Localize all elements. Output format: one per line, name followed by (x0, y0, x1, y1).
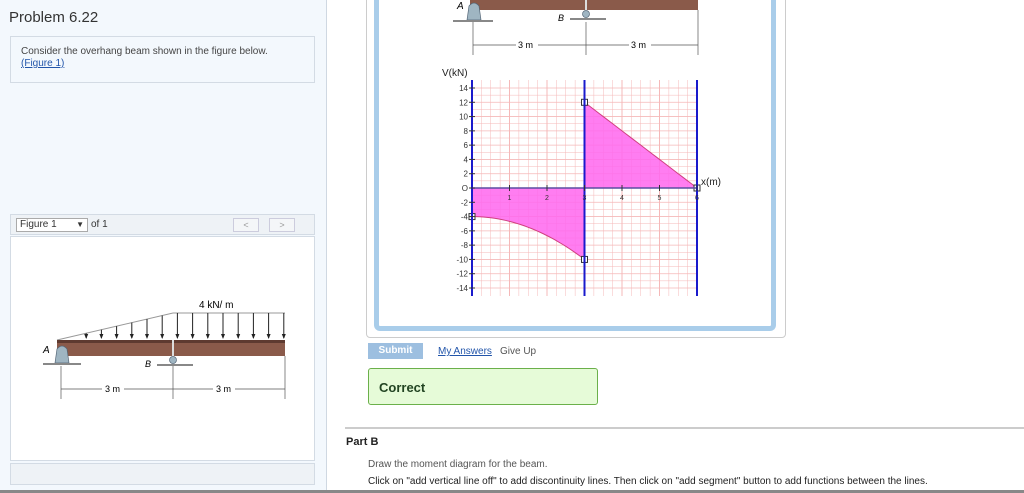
feedback-correct: Correct (368, 368, 598, 405)
x-tick-label: 4 (620, 195, 624, 202)
arrow-head-icon (190, 334, 195, 339)
submit-button[interactable]: Submit (368, 343, 423, 359)
y-tick-label: -14 (456, 284, 468, 293)
pin-support-a (54, 345, 70, 364)
arrow-head-icon (205, 334, 210, 339)
arrow-head-icon (175, 334, 180, 339)
y-tick-label: -10 (456, 255, 468, 264)
y-tick-label: 12 (459, 98, 468, 107)
arrow-head-icon (251, 334, 256, 339)
x-tick-label: 6 (695, 195, 699, 202)
y-tick-label: 2 (464, 170, 469, 179)
x-tick-label: 1 (508, 195, 512, 202)
x-axis-label: x(m) (701, 177, 721, 188)
y-tick-label: -8 (461, 241, 469, 250)
part-b-title: Part B (346, 436, 379, 448)
arrow-head-icon (221, 334, 225, 339)
figure-footer (10, 463, 315, 485)
arrow-head-icon (99, 334, 104, 339)
dimension-b-end: 3 m (216, 384, 231, 394)
shear-diagram[interactable]: 1412108642O-2-4-6-8-10-12-141 2 3 4 5 6V(kN)x… (0, 0, 1024, 330)
y-tick-label: -2 (461, 198, 469, 207)
part-b-instructions: Click on "add vertical line off" to add … (368, 476, 928, 487)
arrow-head-icon (266, 334, 271, 339)
arrow-head-icon (236, 334, 241, 339)
y-tick-label: 8 (464, 127, 469, 136)
y-tick-label: -4 (461, 213, 469, 222)
part-b-prompt: Draw the moment diagram for the beam. (368, 459, 548, 470)
y-tick-label: 4 (464, 155, 469, 164)
dimension-ab: 3 m (105, 384, 120, 394)
x-tick-label: 3 (583, 195, 587, 202)
y-axis-label: V(kN) (442, 68, 468, 79)
give-up-link[interactable]: Give Up (500, 346, 536, 357)
divider (345, 427, 1024, 429)
support-b-label: B (145, 359, 151, 369)
y-tick-label: 14 (459, 84, 468, 93)
y-tick-label: -12 (456, 270, 468, 279)
y-tick-label: O (462, 184, 468, 193)
x-tick-label: 2 (545, 195, 549, 202)
x-tick-label: 5 (658, 195, 662, 202)
roller-support-b (169, 356, 177, 364)
arrow-head-icon (114, 334, 119, 339)
my-answers-link[interactable]: My Answers (438, 346, 492, 357)
arrow-head-icon (281, 334, 286, 339)
y-tick-label: -6 (461, 227, 469, 236)
arrow-head-icon (160, 334, 165, 339)
y-tick-label: 6 (464, 141, 469, 150)
arrow-head-icon (145, 334, 149, 339)
support-a-label: A (42, 345, 50, 356)
arrow-head-icon (84, 334, 89, 339)
arrow-head-icon (129, 334, 134, 339)
y-tick-label: 10 (459, 113, 468, 122)
